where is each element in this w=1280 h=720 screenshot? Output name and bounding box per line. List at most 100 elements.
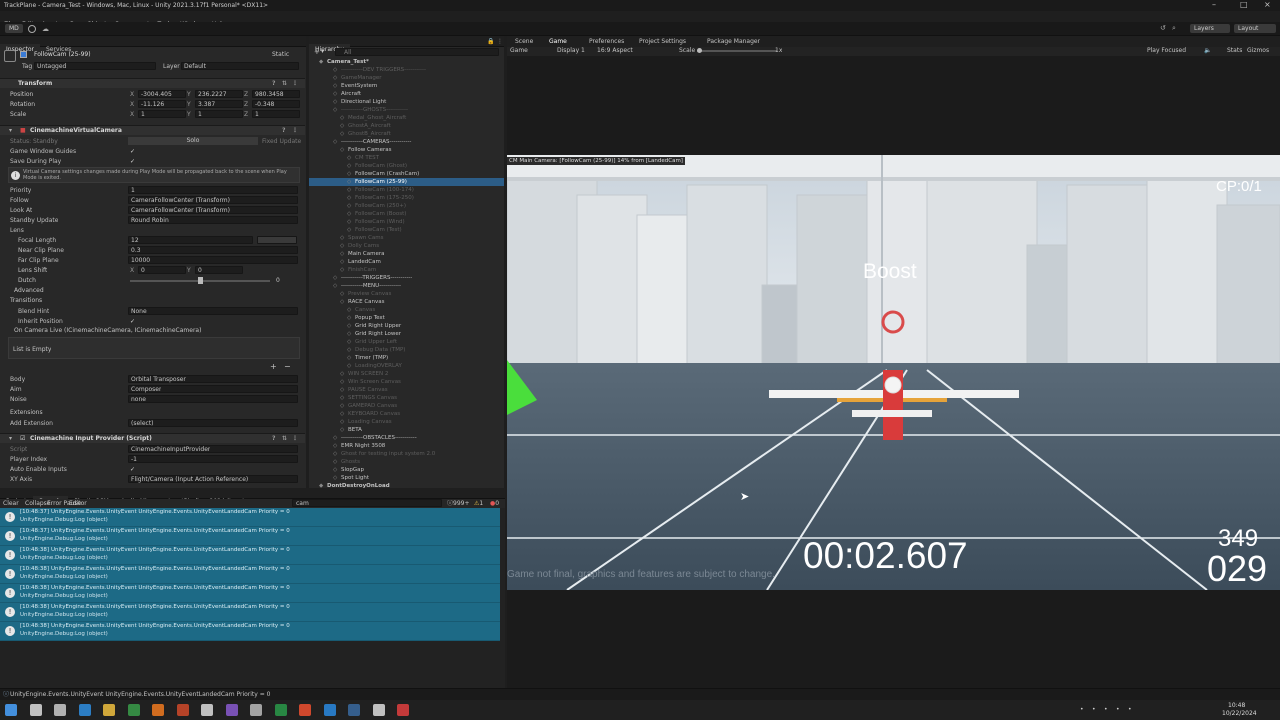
hierarchy-item[interactable]: ◇ Follow Cameras [309, 146, 504, 154]
hierarchy-item[interactable]: ◇ -----------OBSTACLES----------- [309, 434, 504, 442]
console-entry[interactable]: ! [10:48:38] UnityEngine.Events.UnityEvent… [0, 584, 500, 603]
near-clip-field[interactable]: 0.3 [128, 246, 298, 254]
hierarchy-item[interactable]: ◇ Aircraft [309, 90, 504, 98]
hierarchy-item[interactable]: ◇ FollowCam (Test) [309, 226, 504, 234]
layer-dropdown[interactable]: Default [181, 62, 299, 70]
script-field[interactable]: CinemachineInputProvider [128, 445, 298, 453]
hierarchy-item[interactable]: ◇ -----------DEV TRIGGERS----------- [309, 66, 504, 74]
scale-x-field[interactable]: 1 [138, 110, 186, 118]
add-extension-field[interactable]: (select) [128, 419, 298, 427]
hierarchy-item[interactable]: ◇ Timer (TMP) [309, 354, 504, 362]
remove-event-button[interactable]: − [284, 363, 291, 371]
lock-icon[interactable]: 🔒 [487, 38, 494, 46]
advanced-foldout[interactable]: Advanced [14, 287, 44, 295]
console-entry[interactable]: ! [10:48:38] UnityEngine.Events.UnityEvent… [0, 603, 500, 622]
brave-icon[interactable] [176, 704, 189, 716]
console-entry[interactable]: ! [10:48:38] UnityEngine.Events.UnityEvent… [0, 622, 500, 641]
info-count[interactable]: ⓘ999+ [447, 500, 470, 508]
hierarchy-item[interactable]: ◇ FollowCam (250+) [309, 202, 504, 210]
hierarchy-item[interactable]: ◇ FollowCam (Boost) [309, 210, 504, 218]
vscode-icon[interactable] [323, 704, 336, 716]
volume-icon[interactable]: • [1104, 706, 1108, 714]
position-z-field[interactable]: 980.3458 [252, 90, 300, 98]
look-at-field[interactable]: CameraFollowCenter (Transform) [128, 206, 298, 214]
hierarchy-item[interactable]: ◇ LoadingOVERLAY [309, 362, 504, 370]
follow-field[interactable]: CameraFollowCenter (Transform) [128, 196, 298, 204]
aspect-dropdown[interactable]: 16:9 Aspect [597, 47, 633, 55]
notepad-icon[interactable] [250, 704, 262, 716]
hierarchy-item[interactable]: ◇ GhostA_Aircraft [309, 122, 504, 130]
firefox-icon[interactable] [152, 704, 164, 716]
hierarchy-item[interactable]: ◇ RACE Canvas [309, 298, 504, 306]
collab-icon[interactable]: ☁ [42, 25, 49, 33]
minimize-icon[interactable]: – [1212, 1, 1216, 9]
search-icon[interactable]: ⌕ [1172, 24, 1176, 33]
hierarchy-item[interactable]: ◇ EventSystem [309, 82, 504, 90]
sheets-icon[interactable] [274, 704, 287, 716]
notification-icon[interactable]: • [1128, 706, 1132, 714]
display-mode-dropdown[interactable]: Game [510, 47, 528, 55]
clock-time[interactable]: 10:48 [1228, 702, 1245, 709]
account-dropdown[interactable]: MD [5, 24, 23, 33]
rotation-x-field[interactable]: -11.126 [138, 100, 186, 108]
input-provider-header[interactable]: ▾ ☑ Cinemachine Input Provider (Script) … [0, 433, 305, 443]
file-explorer-icon[interactable] [103, 704, 115, 716]
edge-icon[interactable] [78, 704, 91, 716]
scale-slider[interactable] [697, 48, 777, 53]
add-icon[interactable]: + [314, 48, 320, 56]
layers-dropdown[interactable]: Layers [1190, 24, 1230, 33]
cloud-icon[interactable] [28, 25, 36, 33]
hierarchy-item[interactable]: ◇ Main Camera [309, 250, 504, 258]
hierarchy-item[interactable]: ◇ FollowCam (Wind) [309, 218, 504, 226]
xy-axis-field[interactable]: Flight/Camera (Input Action Reference) [128, 475, 298, 483]
hierarchy-item[interactable]: ◇ Spawn Cams [309, 234, 504, 242]
aim-field[interactable]: Composer [128, 385, 298, 393]
editor-button[interactable]: Editor [69, 500, 87, 508]
transform-header[interactable]: Transform ? ⇅ ⋮ [0, 78, 305, 88]
git-icon[interactable] [299, 704, 311, 716]
focal-preset-dropdown[interactable] [257, 236, 297, 244]
unity-icon[interactable] [201, 704, 213, 716]
hierarchy-item[interactable]: ◇ EMR Night 3508 [309, 442, 504, 450]
guides-checkbox[interactable]: ✓ [130, 148, 135, 156]
auto-enable-inputs-checkbox[interactable]: ✓ [130, 466, 135, 474]
hierarchy-item[interactable]: ◇ BETA [309, 426, 504, 434]
dutch-slider-handle[interactable] [198, 277, 203, 284]
hierarchy-item[interactable]: ◇ Ghosts [309, 458, 504, 466]
hierarchy-item[interactable]: ◇ FinishCam [309, 266, 504, 274]
warning-count[interactable]: ⚠1 [474, 500, 483, 508]
hierarchy-item[interactable]: ◇ Grid Right Upper [309, 322, 504, 330]
hierarchy-item[interactable]: ◇ Debug Data (TMP) [309, 346, 504, 354]
position-y-field[interactable]: 236.2227 [195, 90, 243, 98]
console-entry[interactable]: ! [10:48:38] UnityEngine.Events.UnityEvent… [0, 565, 500, 584]
hierarchy-item[interactable]: ◇ Medal_Ghost_Aircraft [309, 114, 504, 122]
object-name-field[interactable]: FollowCam (25-99) [34, 51, 91, 59]
save-during-play-checkbox[interactable]: ✓ [130, 158, 135, 166]
hierarchy-item[interactable]: ◇ -----------TRIGGERS----------- [309, 274, 504, 282]
hierarchy-item[interactable]: ◇ Grid Upper Left [309, 338, 504, 346]
scale-z-field[interactable]: 1 [252, 110, 300, 118]
chevron-up-icon[interactable]: • [1080, 706, 1084, 714]
kebab-menu-icon[interactable]: ⋮ [497, 38, 503, 46]
error-count[interactable]: ●0 [490, 500, 499, 508]
hierarchy-search[interactable]: + ▾ All [311, 48, 501, 57]
console-entry[interactable]: ! [10:48:37] UnityEngine.Events.UnityEvent… [0, 508, 500, 527]
preset-icon[interactable]: ⇅ [282, 79, 287, 89]
layout-dropdown[interactable]: Layout [1234, 24, 1276, 33]
position-x-field[interactable]: -3004.405 [138, 90, 186, 98]
noise-field[interactable]: none [128, 395, 298, 403]
priority-field[interactable]: 1 [128, 186, 298, 194]
steam-icon[interactable] [348, 704, 360, 716]
console-entry[interactable]: ! [10:48:38] UnityEngine.Events.UnityEvent… [0, 546, 500, 565]
hierarchy-item[interactable]: ◇ GhostB_Aircraft [309, 130, 504, 138]
hierarchy-item[interactable]: ◇ FollowCam (25-99) [309, 178, 504, 186]
blend-hint-field[interactable]: None [128, 307, 298, 315]
hierarchy-item[interactable]: ◇ -----------GHOSTS----------- [309, 106, 504, 114]
hierarchy-item[interactable]: ◆ Camera_Test* [309, 58, 504, 66]
tab-project-settings[interactable]: Project Settings [639, 38, 686, 46]
console-search-input[interactable]: cam [296, 500, 309, 508]
hierarchy-item[interactable]: ◇ Dolly Cams [309, 242, 504, 250]
hierarchy-item[interactable]: ◇ SlopGap [309, 466, 504, 474]
active-checkbox[interactable] [20, 51, 27, 58]
hierarchy-item[interactable]: ◇ FollowCam (Ghost) [309, 162, 504, 170]
